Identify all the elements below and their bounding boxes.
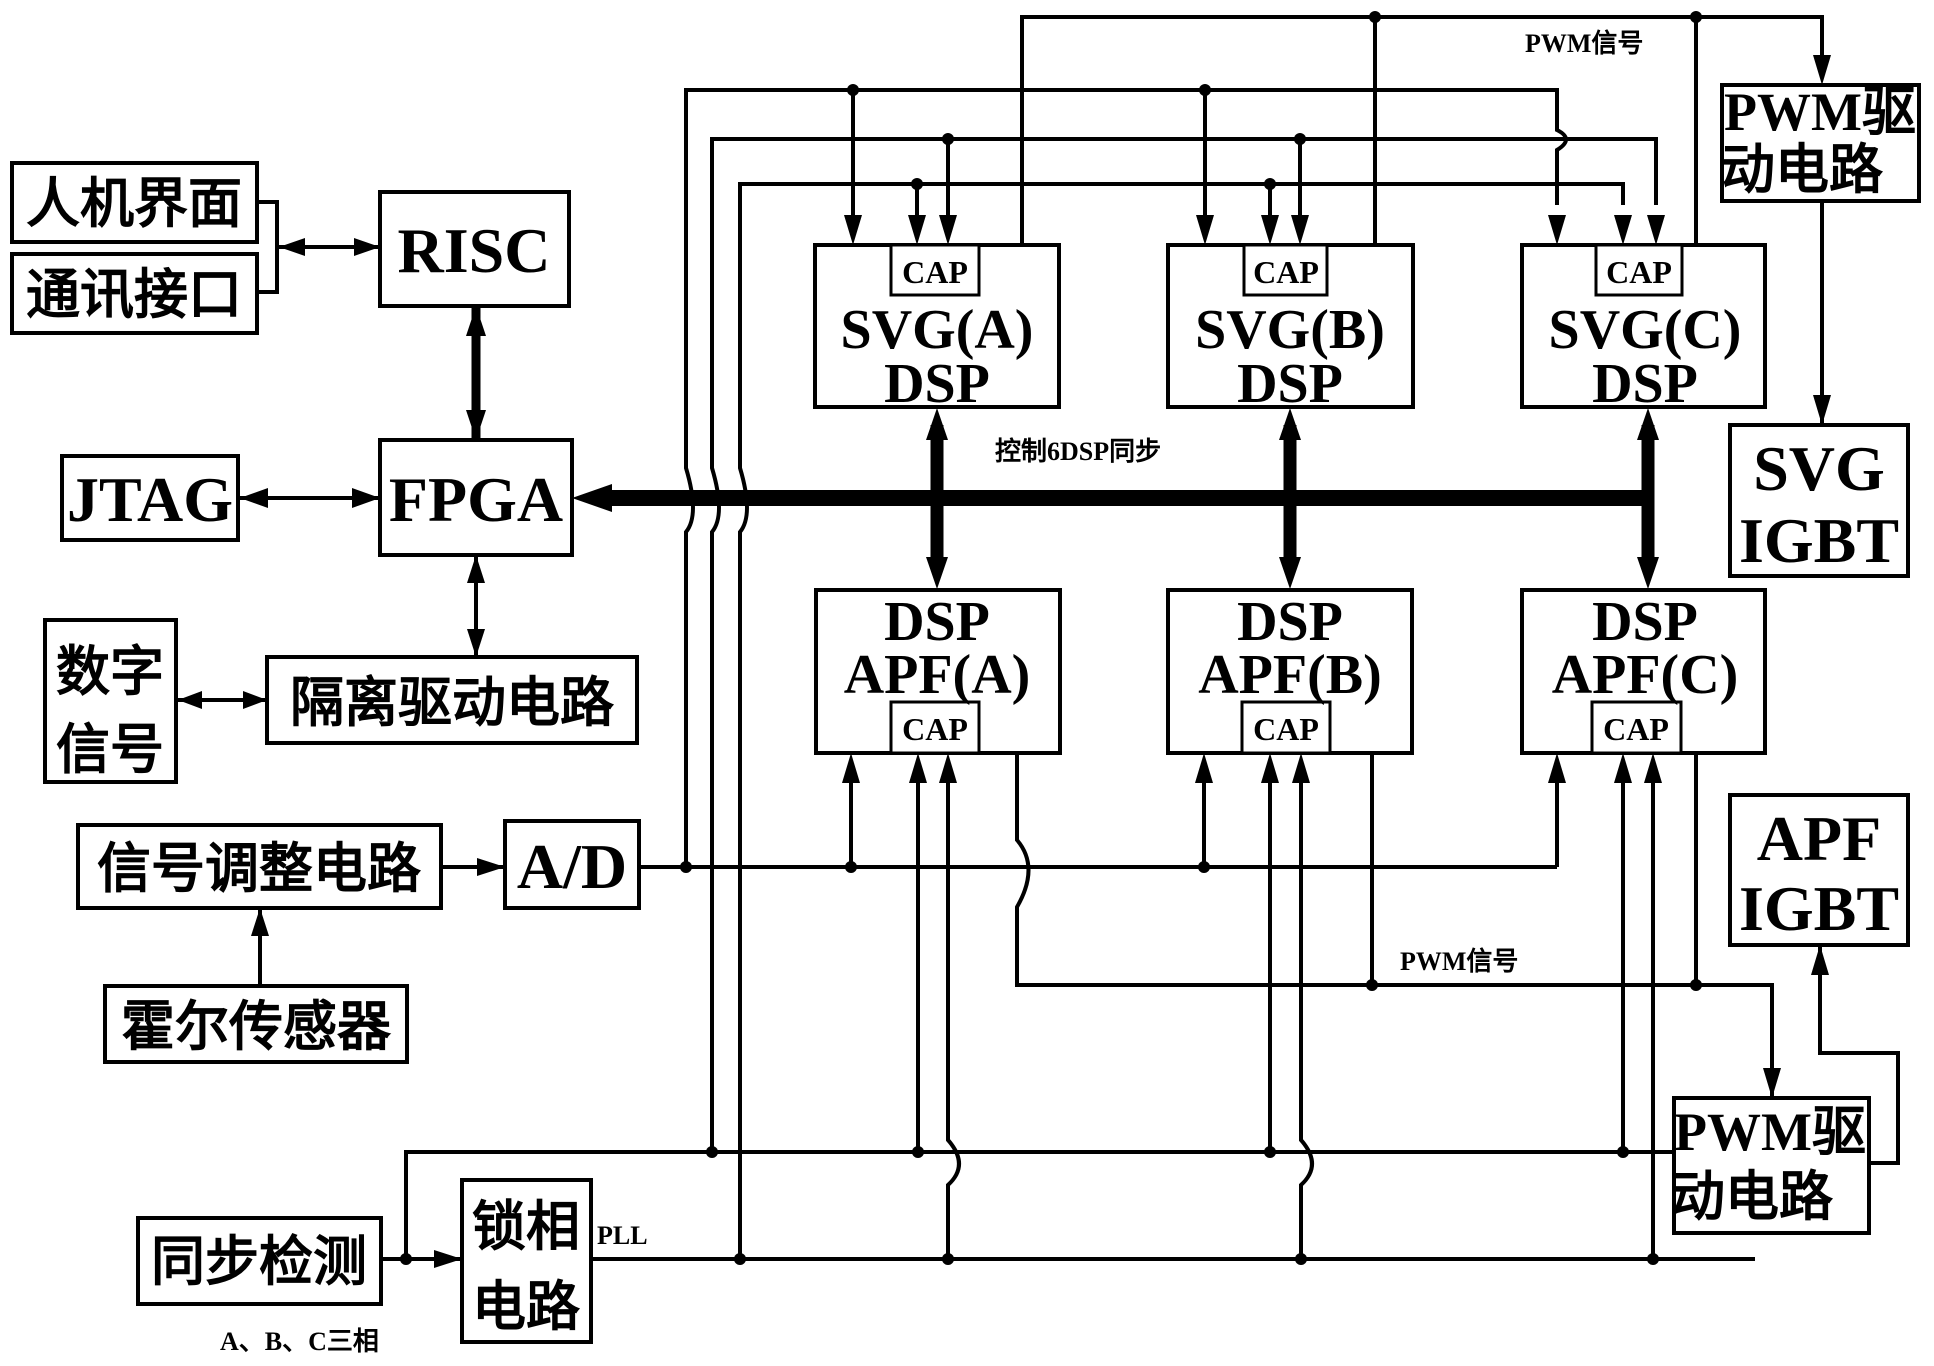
svg-a-label: SVG(A) — [841, 299, 1034, 361]
svg-c-label: SVG(C) — [1549, 299, 1742, 361]
block-pwm-driver-svg: PWM驱 动电路 — [1720, 82, 1921, 203]
block-sync-detect: 同步检测 — [136, 1216, 383, 1306]
comm-label: 通讯接口 — [26, 265, 242, 325]
digital-signal-label-2: 信号 — [56, 720, 164, 780]
block-digital-signal: 数字 信号 — [43, 618, 178, 784]
risc-label: RISC — [398, 215, 551, 286]
pwm-signal-label-top: PWM信号 — [1525, 29, 1643, 58]
hall-sensor-label: 霍尔传感器 — [121, 997, 392, 1057]
block-comm-interface: 通讯接口 — [10, 252, 259, 335]
isolation-driver-label: 隔离驱动电路 — [290, 673, 615, 733]
pwm-driver-label-2: 动电路 — [1671, 1167, 1834, 1227]
arrowheads — [842, 55, 1831, 1098]
pll-circuit-label-1: 锁相 — [472, 1197, 580, 1257]
block-isolation-driver: 隔离驱动电路 — [265, 655, 639, 745]
pwm-driver-label-2: 动电路 — [1721, 140, 1884, 200]
block-svg-igbt: SVG IGBT — [1728, 423, 1910, 578]
svg-igbt-label-2: IGBT — [1739, 505, 1899, 576]
block-apf-igbt: APF IGBT — [1728, 793, 1910, 947]
block-hmi: 人机界面 — [10, 161, 259, 244]
block-fpga: FPGA — [378, 438, 574, 557]
apf-a-label: APF(A) — [844, 644, 1031, 706]
svg-igbt-label-1: SVG — [1753, 433, 1885, 504]
ad-label: A/D — [517, 831, 627, 902]
signal-conditioning-label: 信号调整电路 — [97, 839, 422, 899]
three-phase-label: A、B、C三相 — [220, 1327, 379, 1356]
sync-bus-label: 控制6DSP同步 — [995, 436, 1161, 466]
pwm-signal-label-bottom: PWM信号 — [1400, 947, 1518, 976]
block-svg-a-dsp: CAP SVG(A) DSP — [813, 243, 1061, 415]
block-ad-converter: A/D — [503, 819, 641, 910]
digital-signal-label-1: 数字 — [56, 642, 164, 702]
svg-b-label: SVG(B) — [1195, 299, 1385, 361]
svg-c-dsp-label: DSP — [1592, 353, 1698, 415]
bus-arrow-to-fpga — [572, 484, 612, 512]
block-apf-b-dsp: CAP DSP APF(B) — [1166, 588, 1414, 755]
block-pll-circuit: 锁相 电路 — [460, 1178, 593, 1344]
cap-label: CAP — [902, 254, 968, 290]
block-apf-c-dsp: CAP DSP APF(C) — [1520, 588, 1767, 755]
apf-igbt-label-1: APF — [1757, 803, 1881, 874]
hmi-label: 人机界面 — [26, 174, 242, 234]
cap-label: CAP — [1606, 254, 1672, 290]
jtag-label: JTAG — [67, 464, 233, 535]
cap-label: CAP — [902, 711, 968, 747]
pwm-driver-label-1: PWM驱 — [1724, 82, 1916, 142]
apf-b-label: APF(B) — [1198, 644, 1382, 706]
block-risc: RISC — [378, 190, 571, 308]
dsp-sync-bus — [572, 408, 1659, 589]
system-block-diagram: 人机界面 通讯接口 RISC FPGA JTAG 数字 信号 隔离驱动电路 信号… — [10, 11, 1921, 1356]
svg-a-dsp-label: DSP — [884, 353, 990, 415]
block-pwm-driver-apf: PWM驱 动电路 — [1671, 1096, 1871, 1235]
block-apf-a-dsp: CAP DSP APF(A) — [814, 588, 1062, 755]
pll-circuit-label-2: 电路 — [472, 1277, 581, 1337]
cap-label: CAP — [1253, 711, 1319, 747]
block-svg-b-dsp: CAP SVG(B) DSP — [1166, 243, 1415, 415]
block-hall-sensor: 霍尔传感器 — [103, 984, 409, 1064]
cap-label: CAP — [1603, 711, 1669, 747]
apf-c-label: APF(C) — [1552, 644, 1739, 706]
cap-label: CAP — [1253, 254, 1319, 290]
pwm-driver-label-1: PWM驱 — [1674, 1102, 1866, 1162]
fpga-label: FPGA — [389, 464, 563, 535]
block-svg-c-dsp: CAP SVG(C) DSP — [1520, 243, 1767, 415]
block-jtag: JTAG — [60, 454, 240, 542]
sync-detect-label: 同步检测 — [151, 1232, 367, 1292]
svg-b-dsp-label: DSP — [1237, 353, 1343, 415]
pll-label: PLL — [597, 1221, 648, 1250]
block-signal-conditioning: 信号调整电路 — [76, 823, 443, 910]
apf-igbt-label-2: IGBT — [1739, 873, 1899, 944]
